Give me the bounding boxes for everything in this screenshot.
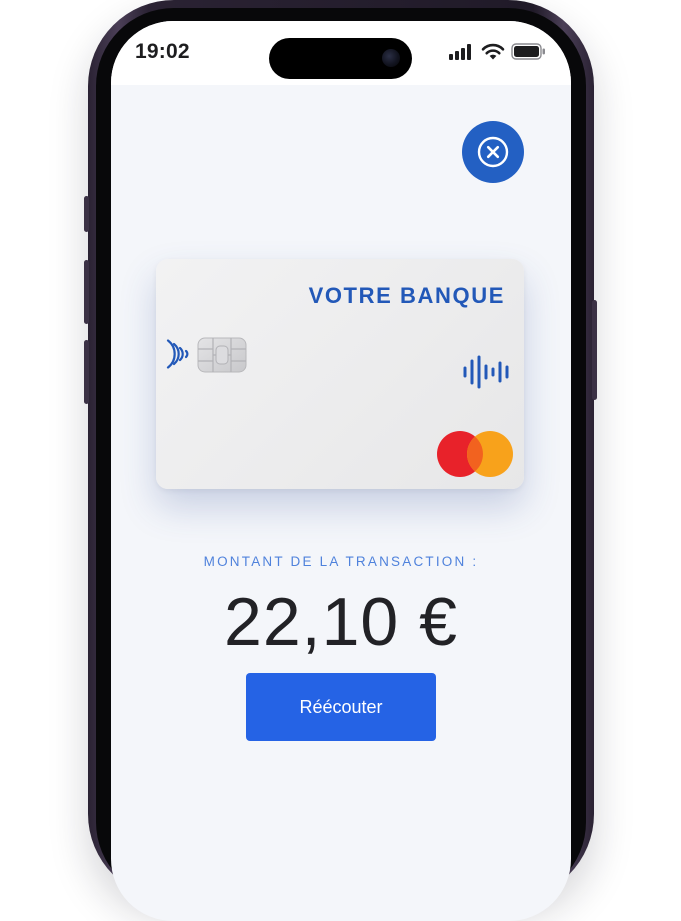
mastercard-logo [437, 431, 513, 477]
transaction-amount: 22,10 € [224, 584, 458, 660]
phone-power-button [592, 300, 597, 400]
cellular-signal-icon [449, 43, 471, 60]
phone-volume-up-button [84, 260, 89, 324]
front-camera-icon [382, 49, 400, 67]
battery-icon [511, 43, 545, 60]
phone-volume-down-button [84, 340, 89, 404]
status-bar: 19:02 [111, 21, 571, 85]
status-icons [449, 43, 547, 60]
contactless-icon [166, 339, 189, 369]
sound-wave-icon [463, 355, 509, 389]
bank-name: VOTRE BANQUE [308, 283, 505, 308]
phone-side-button [84, 196, 89, 232]
dynamic-island [269, 38, 412, 79]
transaction-amount-label: MONTANT DE LA TRANSACTION : [203, 554, 479, 569]
wifi-icon [481, 43, 505, 60]
bank-card: VOTRE BANQUE [156, 259, 524, 489]
status-time: 19:02 [135, 40, 190, 63]
chip-icon [197, 337, 247, 373]
replay-button[interactable]: Réécouter [246, 673, 436, 741]
phone-screen: 19:02 VOTRE BANQUE MONTANT DE LA TRANSAC… [111, 21, 571, 921]
close-icon [477, 136, 509, 168]
close-button[interactable] [462, 121, 524, 183]
